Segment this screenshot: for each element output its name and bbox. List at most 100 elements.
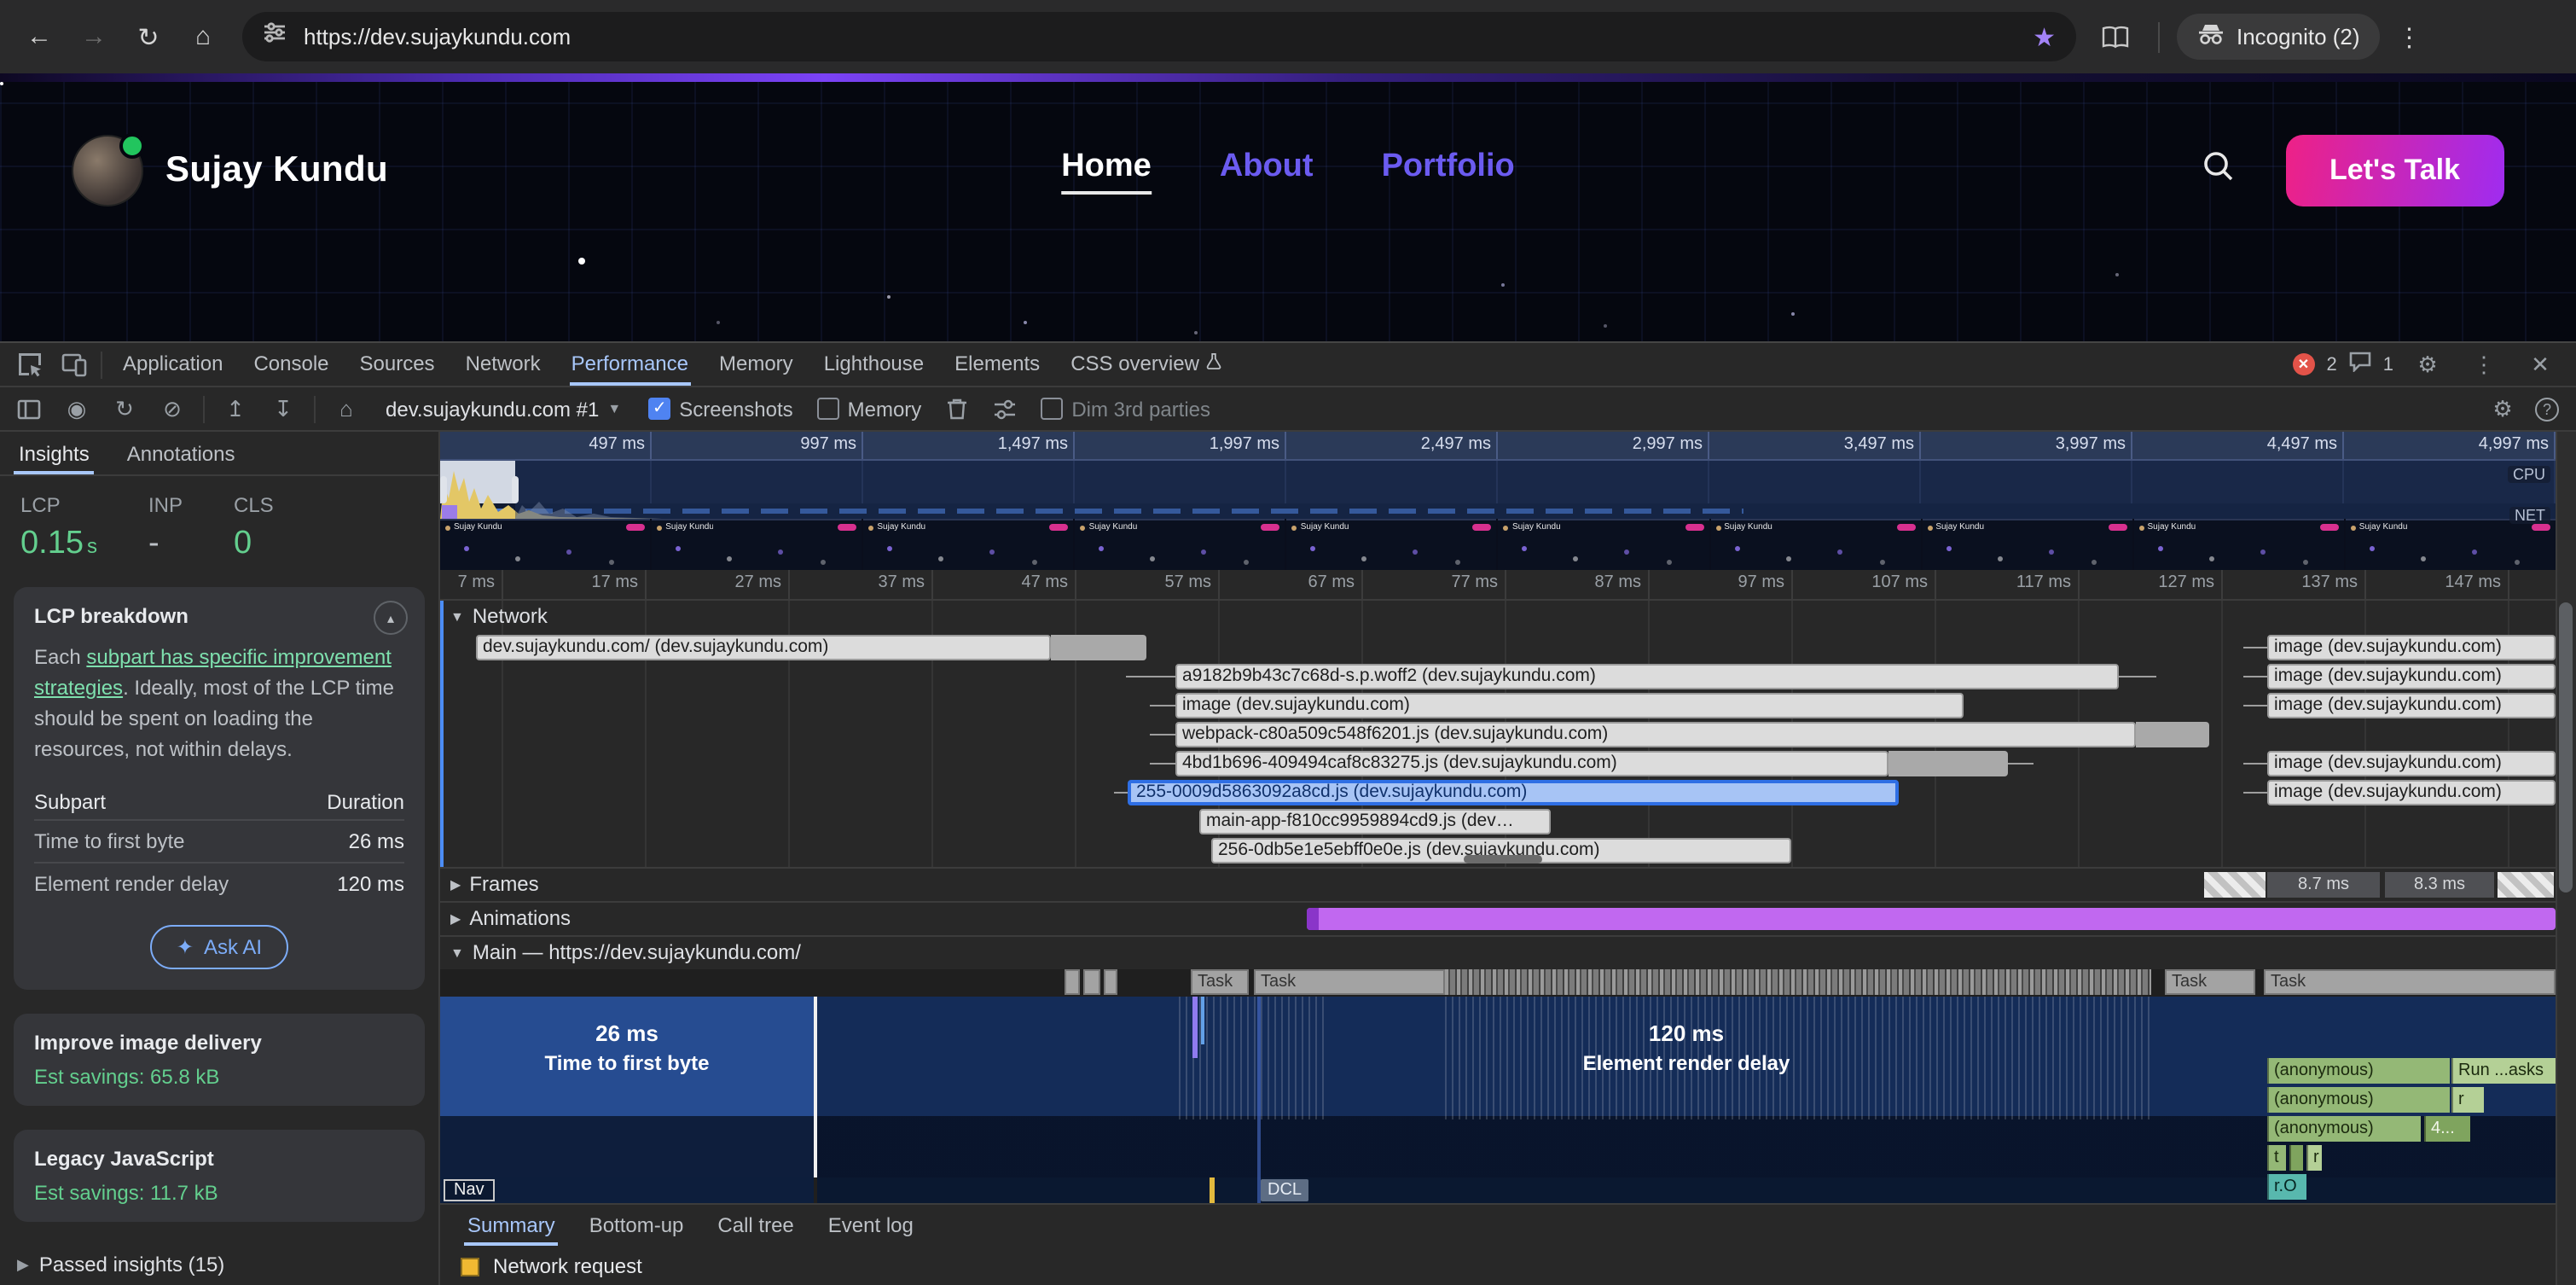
- main-thread-flamechart[interactable]: TaskTaskTaskTask 26 ms Time to first byt…: [440, 969, 2556, 1203]
- checkbox-unchecked-icon[interactable]: [817, 398, 839, 420]
- filmstrip-frame[interactable]: Sujay Kundu: [863, 519, 1073, 570]
- flame-entry[interactable]: 4...: [2424, 1116, 2470, 1142]
- devtools-tab-lighthouse[interactable]: Lighthouse: [809, 343, 939, 386]
- network-request-bar[interactable]: image (dev.sujaykundu.com): [2267, 780, 2556, 805]
- bottom-tab-summary[interactable]: Summary: [450, 1205, 572, 1246]
- devtools-tab-css-overview[interactable]: CSS overview: [1055, 343, 1237, 386]
- task-bar[interactable]: [1083, 969, 1100, 995]
- error-count[interactable]: 2: [2327, 354, 2337, 375]
- toggle-sidebar-icon[interactable]: [7, 388, 51, 429]
- timeline-overview[interactable]: 497 ms997 ms1,497 ms1,997 ms2,497 ms2,99…: [440, 432, 2556, 570]
- network-track-header[interactable]: ▼ Network: [450, 604, 548, 628]
- avatar[interactable]: [72, 135, 143, 206]
- filmstrip-frame[interactable]: Sujay Kundu: [440, 519, 650, 570]
- frame-duration-box[interactable]: 8.3 ms: [2385, 872, 2494, 898]
- devtools-tab-elements[interactable]: Elements: [939, 343, 1055, 386]
- site-brand[interactable]: Sujay Kundu: [165, 150, 388, 191]
- session-selector[interactable]: dev.sujaykundu.com #1 ▼: [372, 397, 635, 421]
- horizontal-scrollbar-thumb[interactable]: [1464, 855, 1542, 863]
- flame-entry[interactable]: [2289, 1145, 2303, 1171]
- devtools-kebab-icon[interactable]: ⋮: [2462, 344, 2506, 385]
- record-and-reload-button[interactable]: ↻: [102, 388, 147, 429]
- tab-insights[interactable]: Insights: [0, 432, 108, 474]
- record-button[interactable]: ◉: [55, 388, 99, 429]
- save-profile-icon[interactable]: ↧: [261, 388, 305, 429]
- network-request-bar[interactable]: image (dev.sujaykundu.com): [2267, 635, 2556, 660]
- lets-talk-button[interactable]: Let's Talk: [2285, 135, 2504, 206]
- network-request-bar[interactable]: image (dev.sujaykundu.com): [2267, 751, 2556, 776]
- home-button[interactable]: ⌂: [177, 11, 229, 62]
- bottom-tab-event-log[interactable]: Event log: [811, 1205, 931, 1246]
- address-bar[interactable]: https://dev.sujaykundu.com ★: [242, 12, 2076, 61]
- network-request-bar[interactable]: webpack-c80a509c548f6201.js (dev.sujayku…: [1175, 722, 2136, 747]
- flame-entry[interactable]: (anonymous): [2267, 1116, 2421, 1142]
- flame-entry[interactable]: (anonymous): [2267, 1087, 2450, 1113]
- reload-button[interactable]: ↻: [123, 11, 174, 62]
- insight-card-image-delivery[interactable]: Improve image delivery Est savings: 65.8…: [14, 1014, 425, 1106]
- passed-insights-toggle[interactable]: ▶ Passed insights (15): [0, 1242, 438, 1285]
- nav-marker[interactable]: Nav: [444, 1179, 495, 1201]
- selection-handle-right[interactable]: [512, 476, 519, 503]
- flame-entry[interactable]: r: [2306, 1145, 2322, 1171]
- side-panel-icon[interactable]: [2090, 11, 2141, 62]
- site-nav-link-portfolio[interactable]: Portfolio: [1382, 148, 1515, 194]
- ask-ai-button[interactable]: ✦ Ask AI: [151, 925, 287, 969]
- dim-3rd-parties-checkbox[interactable]: Dim 3rd parties: [1030, 397, 1221, 421]
- scrollbar-thumb[interactable]: [2559, 602, 2573, 893]
- checkbox-checked-icon[interactable]: [648, 398, 670, 420]
- devtools-tab-application[interactable]: Application: [107, 343, 238, 386]
- filmstrip-frame[interactable]: Sujay Kundu: [1287, 519, 1497, 570]
- clear-button[interactable]: ⊘: [150, 388, 194, 429]
- inspect-element-icon[interactable]: [7, 344, 51, 385]
- checkbox-unchecked-icon[interactable]: [1041, 398, 1063, 420]
- devtools-settings-gear-icon[interactable]: ⚙: [2405, 344, 2450, 385]
- animation-bar[interactable]: [1307, 908, 2556, 930]
- network-request-bar[interactable]: dev.sujaykundu.com/ (dev.sujaykundu.com): [476, 635, 1051, 660]
- network-request-bar[interactable]: 4bd1b696-409494caf8c83275.js (dev.sujayk…: [1175, 751, 1888, 776]
- network-request-bar[interactable]: main-app-f810cc9959894cd9.js (dev…: [1199, 809, 1551, 834]
- metric-cls[interactable]: CLS 0: [234, 493, 274, 563]
- filmstrip-frame[interactable]: Sujay Kundu: [2134, 519, 2344, 570]
- filmstrip-frame[interactable]: Sujay Kundu: [1076, 519, 1285, 570]
- error-icon[interactable]: ✕: [2293, 353, 2315, 375]
- devtools-tab-performance[interactable]: Performance: [556, 343, 704, 386]
- flame-entry[interactable]: Run ...asks: [2451, 1058, 2556, 1084]
- filmstrip-frame[interactable]: Sujay Kundu: [1922, 519, 2132, 570]
- flame-entry[interactable]: t: [2267, 1145, 2286, 1171]
- devtools-tab-console[interactable]: Console: [238, 343, 344, 386]
- network-request-bar[interactable]: a9182b9b43c7c68d-s.p.woff2 (dev.sujaykun…: [1175, 664, 2119, 689]
- live-metrics-icon[interactable]: ⌂: [324, 388, 368, 429]
- screenshots-checkbox[interactable]: Screenshots: [638, 397, 803, 421]
- tab-annotations[interactable]: Annotations: [108, 432, 254, 474]
- flame-entry[interactable]: r.O: [2267, 1174, 2306, 1200]
- main-track-header[interactable]: ▼ Main — https://dev.sujaykundu.com/: [450, 940, 801, 964]
- vertical-scrollbar[interactable]: [2556, 432, 2576, 1285]
- metric-lcp[interactable]: LCP 0.15s: [20, 493, 97, 563]
- site-settings-icon[interactable]: [263, 20, 287, 53]
- frame-duration-box[interactable]: 8.7 ms: [2267, 872, 2380, 898]
- bottom-tab-call-tree[interactable]: Call tree: [700, 1205, 810, 1246]
- flame-entry[interactable]: (anonymous): [2267, 1058, 2450, 1084]
- forward-button[interactable]: →: [68, 11, 119, 62]
- site-nav-link-about[interactable]: About: [1220, 148, 1314, 194]
- devtools-tab-network[interactable]: Network: [450, 343, 556, 386]
- idle-frame-hatch[interactable]: [2204, 872, 2266, 898]
- flame-entry[interactable]: r: [2451, 1087, 2484, 1113]
- issues-icon[interactable]: [2349, 349, 2371, 380]
- insight-card-legacy-js[interactable]: Legacy JavaScript Est savings: 11.7 kB: [14, 1130, 425, 1222]
- network-request-bar[interactable]: 255-0009d5863092a8cd.js (dev.sujaykundu.…: [1128, 780, 1899, 805]
- memory-checkbox[interactable]: Memory: [807, 397, 932, 421]
- help-icon[interactable]: ?: [2535, 397, 2559, 421]
- bookmark-star-icon[interactable]: ★: [2033, 21, 2056, 52]
- network-request-bar[interactable]: image (dev.sujaykundu.com): [2267, 693, 2556, 718]
- filmstrip-frame[interactable]: Sujay Kundu: [2346, 519, 2556, 570]
- issue-count[interactable]: 1: [2383, 354, 2393, 375]
- devtools-tab-sources[interactable]: Sources: [345, 343, 450, 386]
- overview-dim-region[interactable]: [515, 461, 2556, 519]
- filmstrip-frame[interactable]: Sujay Kundu: [1499, 519, 1709, 570]
- device-toolbar-icon[interactable]: [51, 344, 96, 385]
- site-nav-link-home[interactable]: Home: [1061, 148, 1152, 194]
- lcp-breakdown-card[interactable]: LCP breakdown ▴ Each subpart has specifi…: [14, 587, 425, 990]
- task-bar[interactable]: [1104, 969, 1117, 995]
- animations-track-header[interactable]: ▶ Animations: [450, 906, 571, 930]
